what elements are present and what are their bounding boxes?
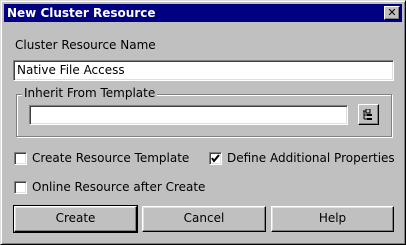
resource-name-input[interactable]: Native File Access (13, 60, 394, 81)
resource-name-label: Cluster Resource Name (15, 38, 156, 52)
define-properties-label: Define Additional Properties (227, 151, 395, 165)
inherit-template-input[interactable] (29, 105, 348, 125)
checkmark-icon (211, 154, 220, 163)
close-icon: ✕ (387, 6, 397, 19)
template-browse-button[interactable] (358, 104, 379, 125)
create-template-checkbox[interactable] (14, 152, 27, 165)
window-title: New Cluster Resource (7, 6, 156, 20)
online-after-create-checkbox[interactable] (14, 181, 27, 194)
cancel-button[interactable]: Cancel (142, 206, 266, 232)
dialog-window: New Cluster Resource ✕ Cluster Resource … (0, 0, 406, 245)
inherit-template-label: Inherit From Template (22, 86, 158, 100)
help-button[interactable]: Help (271, 206, 394, 232)
title-bar[interactable]: New Cluster Resource ✕ (4, 4, 402, 22)
close-button[interactable]: ✕ (384, 6, 400, 20)
list-browse-icon (363, 109, 372, 120)
define-properties-checkbox[interactable] (209, 152, 222, 165)
create-button[interactable]: Create (13, 205, 138, 233)
online-after-create-label: Online Resource after Create (32, 180, 206, 194)
create-template-label: Create Resource Template (32, 151, 190, 165)
